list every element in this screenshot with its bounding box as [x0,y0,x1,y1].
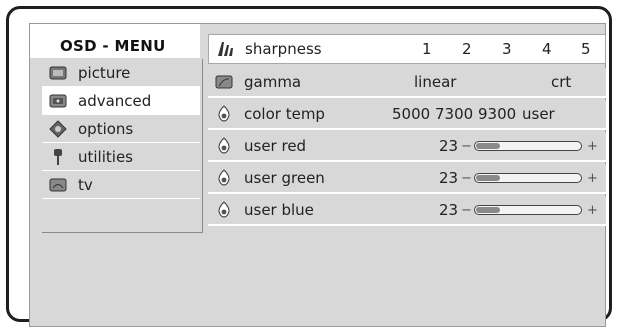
sharpness-option-3[interactable]: 3 [502,40,512,58]
osd-frame: OSD - MENU picture advanced options util… [6,6,612,327]
color-temp-option-user[interactable]: user [522,105,555,123]
user-red-icon [214,136,234,156]
color-temp-option-9300[interactable]: 9300 [478,105,516,123]
user-green-decrease[interactable]: − [461,171,472,186]
user-green-value: 23 [439,169,459,187]
color-temp-option-7300[interactable]: 7300 [435,105,473,123]
menu-item-label: picture [78,63,131,82]
sharpness-icon [215,39,235,59]
menu-item-picture[interactable]: picture [42,59,200,87]
options-icon [48,119,68,139]
osd-screen: OSD - MENU picture advanced options util… [29,23,606,327]
tv-icon [48,175,68,195]
user-blue-slider[interactable] [474,205,582,215]
user-red-increase[interactable]: + [587,139,598,154]
osd-menu: picture advanced options utilities tv [42,59,203,233]
user-blue-decrease[interactable]: − [461,203,472,218]
sharpness-option-1[interactable]: 1 [422,40,432,58]
advanced-icon [48,91,68,111]
menu-item-label: options [78,119,134,138]
user-red-value: 23 [439,137,459,155]
sharpness-option-5[interactable]: 5 [581,40,591,58]
user-green-label: user green [244,169,325,187]
gamma-icon [214,72,234,92]
gamma-option-crt[interactable]: crt [551,73,571,91]
user-red-row[interactable]: user red 23 − + [208,132,606,162]
utilities-icon [48,147,68,167]
color-temp-label: color temp [244,105,325,123]
user-red-label: user red [244,137,307,155]
menu-item-advanced[interactable]: advanced [42,87,200,115]
user-red-slider[interactable] [474,141,582,151]
user-blue-icon [214,200,234,220]
picture-icon [48,63,68,83]
user-blue-increase[interactable]: + [587,203,598,218]
color-temp-icon [214,104,234,124]
sharpness-option-2[interactable]: 2 [462,40,472,58]
menu-item-label: utilities [78,147,133,166]
user-red-slider-fill [476,143,500,149]
user-blue-label: user blue [244,201,314,219]
menu-item-label: tv [78,175,93,194]
gamma-option-linear[interactable]: linear [414,73,456,91]
gamma-row[interactable]: gamma linear crt [208,68,606,98]
user-green-increase[interactable]: + [587,171,598,186]
sharpness-label: sharpness [245,40,322,58]
color-temp-option-5000[interactable]: 5000 [392,105,430,123]
user-green-slider[interactable] [474,173,582,183]
user-green-icon [214,168,234,188]
user-blue-value: 23 [439,201,459,219]
menu-item-tv[interactable]: tv [42,171,200,199]
sharpness-row[interactable]: sharpness 1 2 3 4 5 [208,34,606,64]
menu-item-utilities[interactable]: utilities [42,143,200,171]
user-green-slider-fill [476,175,500,181]
osd-header: OSD - MENU [30,24,200,58]
user-red-decrease[interactable]: − [461,139,472,154]
osd-title: OSD - MENU [60,37,166,55]
menu-item-label: advanced [78,91,152,110]
user-green-row[interactable]: user green 23 − + [208,164,606,194]
gamma-label: gamma [244,73,302,91]
menu-item-options[interactable]: options [42,115,200,143]
sharpness-option-4[interactable]: 4 [542,40,552,58]
user-blue-row[interactable]: user blue 23 − + [208,196,606,226]
color-temp-row[interactable]: color temp 5000 7300 9300 user [208,100,606,130]
user-blue-slider-fill [476,207,500,213]
